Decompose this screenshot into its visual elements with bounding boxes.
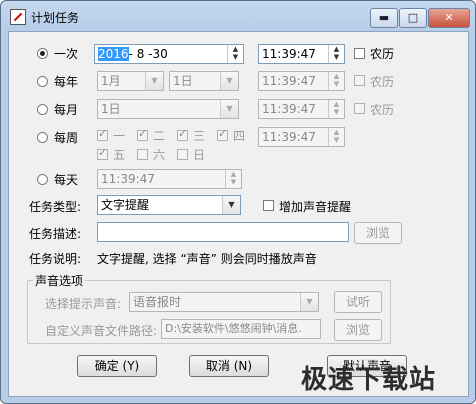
once-lunar-label: 农历: [370, 47, 395, 61]
minimize-button[interactable]: ▬: [370, 8, 398, 28]
weekday-checkbox-fri[interactable]: [97, 146, 108, 160]
sound-select[interactable]: 语音报时 ▼: [129, 292, 319, 312]
custom-sound-label: 自定义声音文件路径:: [45, 324, 158, 338]
add-sound-label: 增加声音提醒: [279, 200, 352, 214]
task-desc-label: 任务描述:: [29, 227, 82, 241]
radio-daily[interactable]: [37, 174, 48, 185]
time-spinner[interactable]: ▲ ▼: [328, 72, 344, 90]
watermark-text: 极速下载站: [301, 365, 437, 395]
sound-options-title: 声音选项: [33, 272, 86, 289]
weekday-label-thu: 四: [233, 129, 246, 143]
task-info-label: 任务说明:: [29, 252, 82, 266]
custom-sound-path[interactable]: D:\安装软件\悠悠闹钟\消息.: [161, 319, 321, 339]
select-sound-label: 选择提示声音:: [45, 297, 122, 311]
monthly-time-value: 11:39:47: [262, 102, 316, 116]
once-lunar-checkbox[interactable]: [354, 48, 365, 59]
desc-browse-button[interactable]: 浏览: [354, 222, 402, 244]
app-icon: [10, 9, 26, 25]
monthly-time-field[interactable]: 11:39:47 ▲ ▼: [258, 99, 345, 119]
yearly-lunar-label: 农历: [370, 75, 395, 89]
weekly-time-field[interactable]: 11:39:47 ▲ ▼: [258, 127, 345, 147]
yearly-day-select[interactable]: 1日 ▼: [169, 71, 239, 91]
monthly-lunar-checkbox[interactable]: [354, 103, 365, 114]
monthly-day-value: 1日: [101, 102, 121, 116]
yearly-month-value: 1月: [101, 74, 121, 88]
weekday-label-mon: 一: [113, 129, 126, 143]
yearly-time-value: 11:39:47: [262, 74, 316, 88]
ok-button[interactable]: 确定 (Y): [77, 355, 157, 377]
listen-button[interactable]: 试听: [334, 291, 382, 313]
time-spinner[interactable]: ▲ ▼: [328, 128, 344, 146]
chevron-down-icon: ▼: [222, 196, 240, 214]
title-bar: 计划任务 ▬ □ ✕: [1, 1, 475, 31]
task-type-select[interactable]: 文字提醒 ▼: [97, 195, 241, 215]
yearly-lunar-checkbox[interactable]: [354, 75, 365, 86]
weekday-label-tue: 二: [153, 129, 166, 143]
maximize-button[interactable]: □: [399, 8, 427, 28]
weekday-label-sun: 日: [193, 148, 206, 162]
radio-monthly[interactable]: [37, 104, 48, 115]
time-spinner[interactable]: ▲ ▼: [328, 45, 344, 63]
chevron-down-icon: ▼: [220, 72, 238, 90]
radio-monthly-label: 每月: [54, 103, 79, 117]
yearly-time-field[interactable]: 11:39:47 ▲ ▼: [258, 71, 345, 91]
daily-time-value: 11:39:47: [101, 172, 155, 186]
radio-daily-label: 每天: [54, 173, 79, 187]
task-desc-input[interactable]: [97, 222, 349, 242]
weekday-checkbox-sun[interactable]: [177, 149, 188, 160]
weekday-label-sat: 六: [153, 148, 166, 162]
date-year-selected: 2016: [98, 47, 129, 61]
date-spinner[interactable]: ▲ ▼: [227, 45, 243, 63]
weekday-checkbox-sat[interactable]: [137, 149, 148, 160]
task-type-value: 文字提醒: [101, 198, 150, 212]
weekday-checkbox-wed[interactable]: [177, 127, 188, 141]
cancel-button[interactable]: 取消 (N): [189, 355, 269, 377]
once-time-value: 11:39:47: [262, 47, 316, 61]
radio-weekly-label: 每周: [54, 131, 79, 145]
custom-browse-button[interactable]: 浏览: [334, 319, 382, 341]
radio-once[interactable]: [37, 48, 48, 59]
close-button[interactable]: ✕: [428, 8, 470, 28]
radio-once-label: 一次: [54, 47, 79, 61]
radio-yearly[interactable]: [37, 76, 48, 87]
monthly-lunar-label: 农历: [370, 103, 395, 117]
radio-weekly[interactable]: [37, 132, 48, 143]
weekday-checkbox-tue[interactable]: [137, 127, 148, 141]
dialog-body: 一次 2016- 8 -30 ▲ ▼ 11:39:47 ▲ ▼ 农历 每年 1月 ▼ …: [8, 31, 469, 397]
weekday-checkbox-mon[interactable]: [97, 127, 108, 141]
task-window: 计划任务 ▬ □ ✕ 一次 2016- 8 -30 ▲ ▼ 11:39:47 ▲ ▼…: [0, 0, 476, 404]
daily-time-field[interactable]: 11:39:47 ▲ ▼: [97, 169, 242, 189]
once-time-field[interactable]: 11:39:47 ▲ ▼: [258, 44, 345, 64]
weekday-checkbox-thu[interactable]: [217, 127, 228, 141]
once-date-field[interactable]: 2016- 8 -30 ▲ ▼: [94, 44, 244, 64]
yearly-day-value: 1日: [173, 74, 193, 88]
weekday-label-fri: 五: [113, 148, 126, 162]
radio-yearly-label: 每年: [54, 75, 79, 89]
time-spinner[interactable]: ▲ ▼: [225, 170, 241, 188]
add-sound-checkbox[interactable]: [263, 200, 274, 211]
date-rest: - 8 -30: [128, 47, 168, 61]
weekday-label-wed: 三: [193, 129, 206, 143]
monthly-day-select[interactable]: 1日 ▼: [97, 99, 239, 119]
weekly-time-value: 11:39:47: [262, 130, 316, 144]
chevron-down-icon: ▼: [300, 293, 318, 311]
chevron-down-icon: ▼: [145, 72, 163, 90]
time-spinner[interactable]: ▲ ▼: [328, 100, 344, 118]
sound-select-value: 语音报时: [133, 295, 182, 309]
yearly-month-select[interactable]: 1月 ▼: [97, 71, 164, 91]
task-info-text: 文字提醒, 选择 “声音” 则会同时播放声音: [97, 252, 317, 266]
task-type-label: 任务类型:: [29, 200, 82, 214]
chevron-down-icon: ▼: [220, 100, 238, 118]
window-title: 计划任务: [31, 11, 80, 25]
